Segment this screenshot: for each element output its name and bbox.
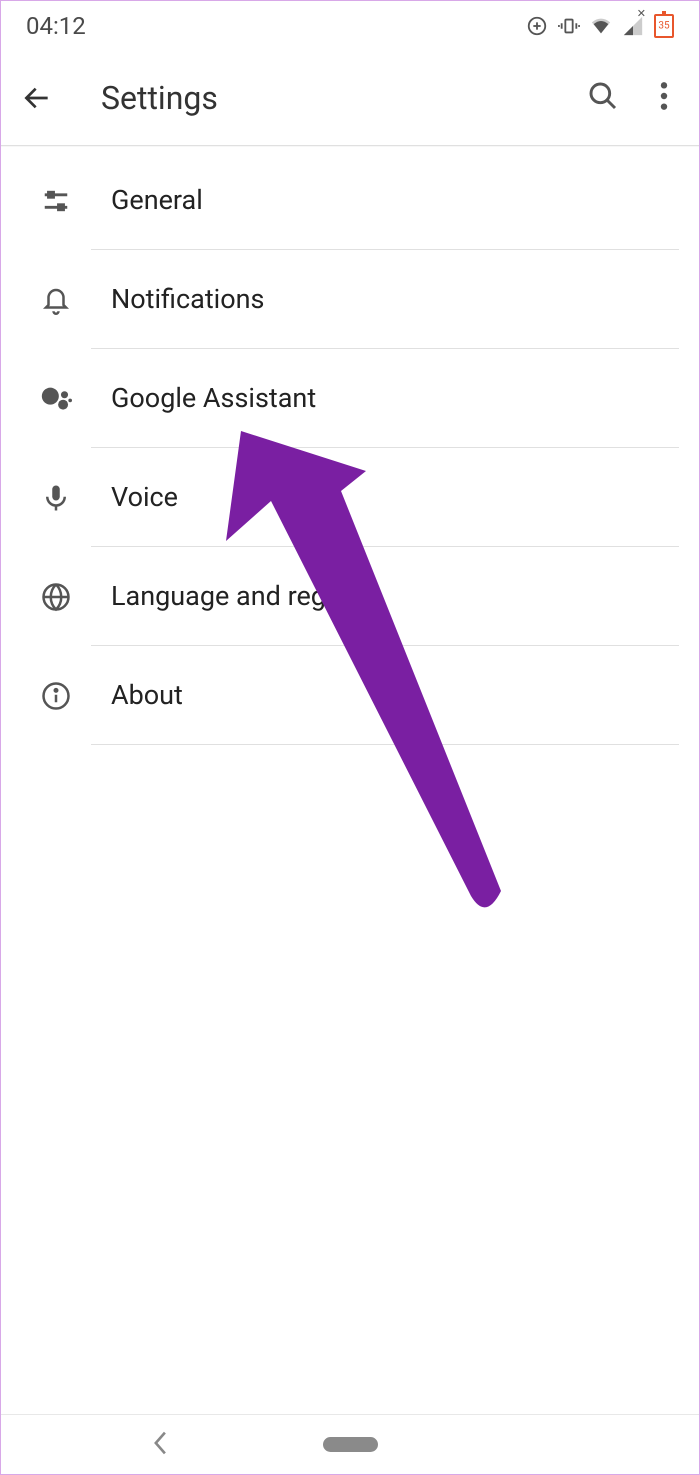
list-item-language[interactable]: Language and region	[1, 547, 699, 646]
more-vert-icon	[659, 80, 669, 112]
list-item-label: Google Assistant	[91, 349, 679, 448]
settings-list: General Notifications Google Assistant V…	[1, 146, 699, 745]
page-title: Settings	[101, 79, 587, 117]
arrow-left-icon	[21, 82, 53, 114]
app-bar: Settings	[1, 51, 699, 146]
list-item-about[interactable]: About	[1, 646, 699, 745]
status-icons: ✕ 35	[526, 14, 674, 38]
assistant-icon	[21, 382, 91, 416]
vibrate-icon	[558, 15, 580, 37]
globe-icon	[21, 582, 91, 612]
status-time: 04:12	[26, 12, 86, 40]
wifi-icon	[590, 15, 612, 37]
back-button[interactable]	[21, 82, 61, 114]
chevron-left-icon	[151, 1430, 171, 1456]
battery-icon: 35	[654, 14, 674, 38]
nav-back-button[interactable]	[151, 1430, 171, 1460]
list-item-label: Language and region	[91, 547, 679, 646]
list-item-label: General	[91, 151, 679, 250]
info-icon	[21, 681, 91, 711]
list-item-label: Notifications	[91, 250, 679, 349]
list-item-label: Voice	[91, 448, 679, 547]
search-icon	[587, 80, 619, 112]
signal-icon: ✕	[622, 15, 644, 37]
list-item-general[interactable]: General	[1, 151, 699, 250]
status-bar: 04:12 ✕ 35	[1, 1, 699, 51]
list-item-google-assistant[interactable]: Google Assistant	[1, 349, 699, 448]
signal-x-icon: ✕	[637, 7, 646, 20]
search-button[interactable]	[587, 80, 619, 116]
plus-circle-icon	[526, 15, 548, 37]
nav-home-button[interactable]	[323, 1437, 378, 1452]
more-button[interactable]	[659, 80, 669, 116]
list-item-voice[interactable]: Voice	[1, 448, 699, 547]
list-item-notifications[interactable]: Notifications	[1, 250, 699, 349]
navigation-bar	[1, 1414, 699, 1474]
sliders-icon	[21, 186, 91, 216]
bell-icon	[21, 285, 91, 315]
mic-icon	[21, 483, 91, 513]
list-item-label: About	[91, 646, 679, 745]
